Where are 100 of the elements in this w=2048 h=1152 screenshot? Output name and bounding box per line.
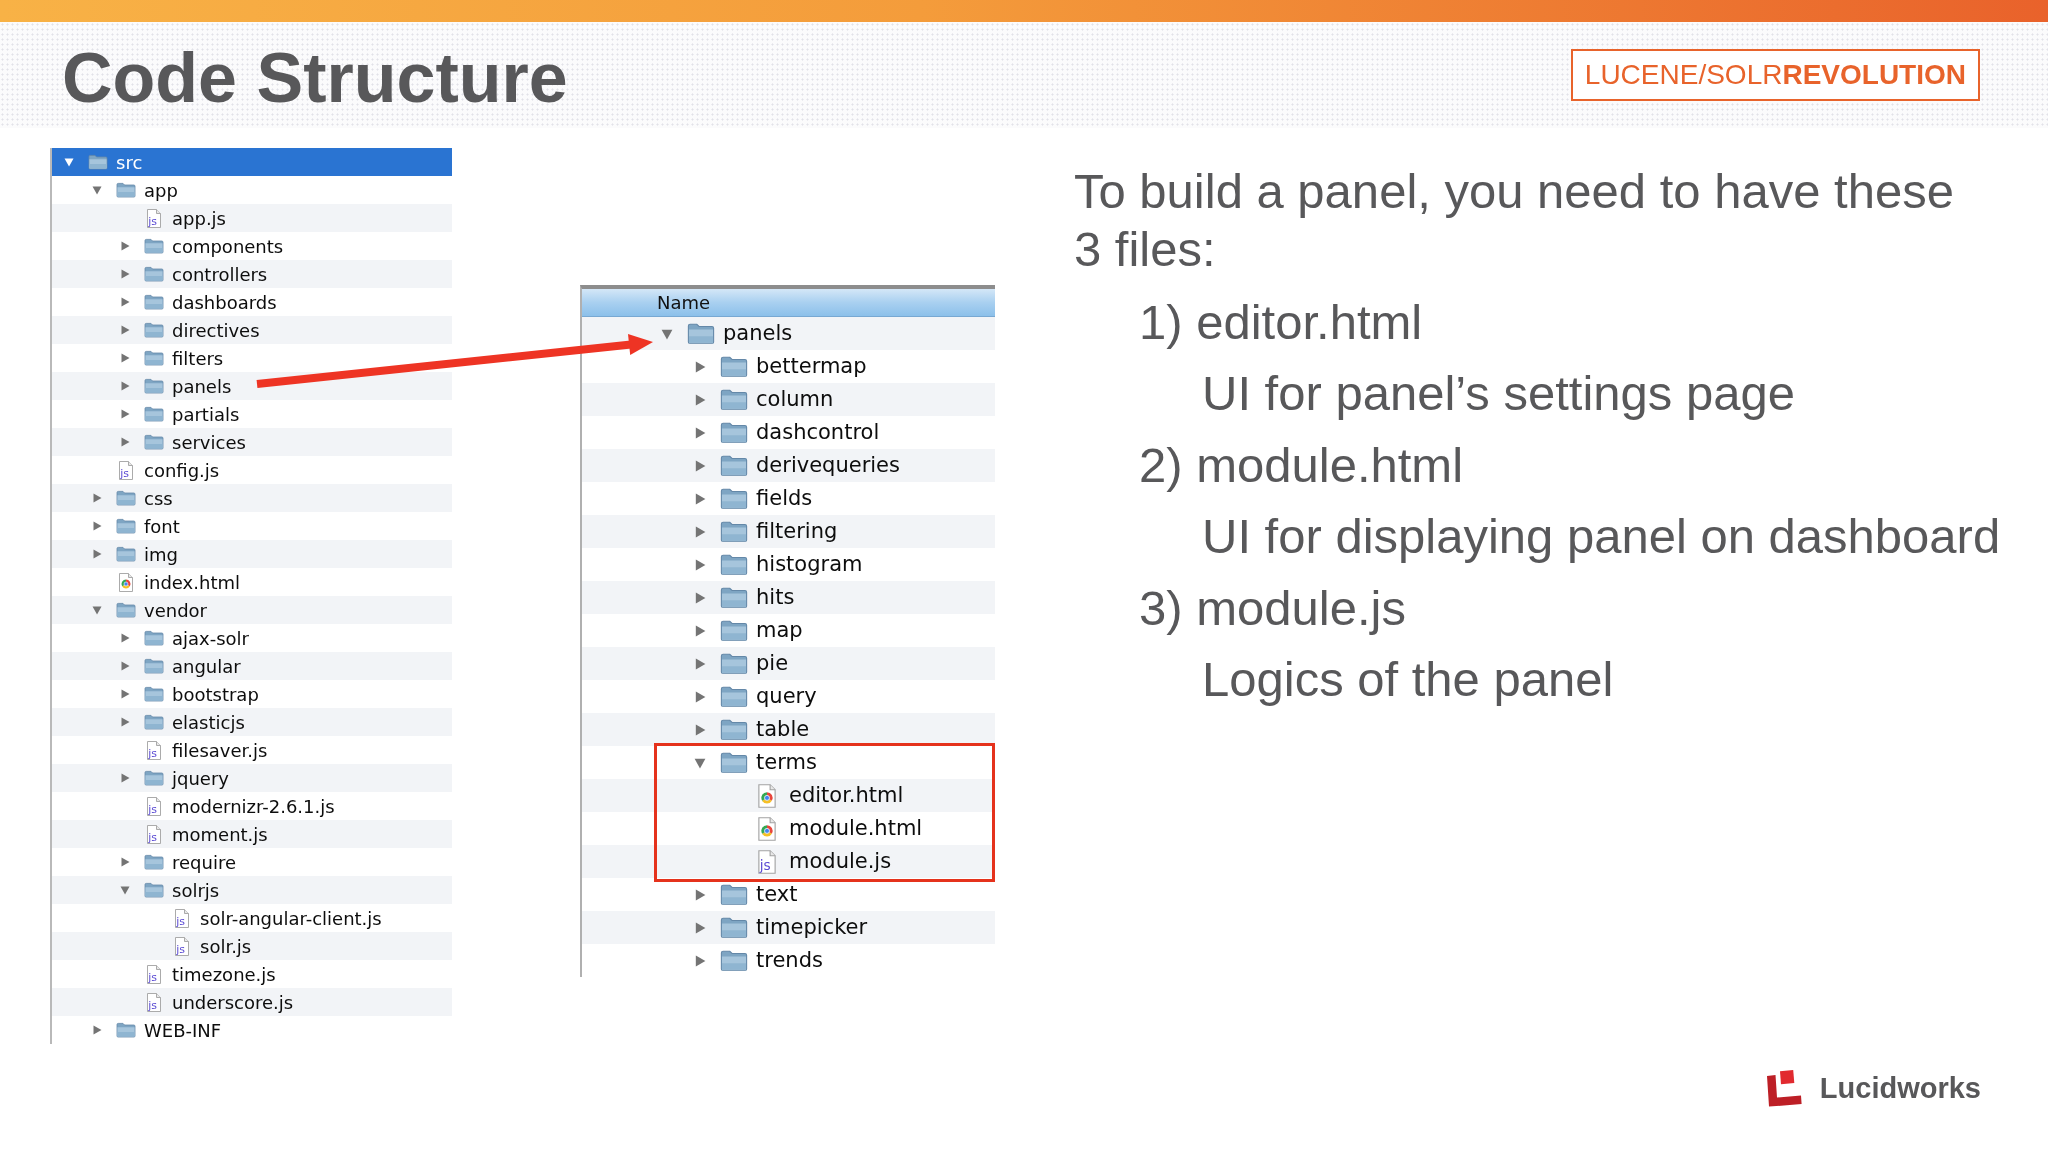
disclosure-triangle-icon[interactable] bbox=[120, 241, 130, 251]
disclosure-triangle-icon[interactable] bbox=[694, 624, 706, 637]
tree-item[interactable]: derivequeries bbox=[582, 449, 995, 482]
intro-text: To build a panel, you need to have these 3 files: bbox=[1074, 163, 1955, 278]
list-item-title: 3) module.js bbox=[1139, 579, 1406, 637]
disclosure-triangle-icon[interactable] bbox=[120, 325, 130, 335]
tree-item[interactable]: controllers bbox=[52, 260, 452, 288]
folder-icon bbox=[116, 602, 136, 618]
tree-item[interactable]: directives bbox=[52, 316, 452, 344]
disclosure-triangle-icon[interactable] bbox=[694, 756, 706, 769]
disclosure-triangle-icon[interactable] bbox=[694, 921, 706, 934]
js-file-icon: js bbox=[146, 740, 162, 760]
folder-icon bbox=[144, 266, 164, 282]
logo-mark-icon bbox=[1765, 1068, 1804, 1108]
disclosure-triangle-icon[interactable] bbox=[120, 409, 130, 419]
tree-item[interactable]: column bbox=[582, 383, 995, 416]
folder-icon bbox=[144, 294, 164, 310]
disclosure-triangle-icon[interactable] bbox=[92, 605, 102, 615]
tree-item[interactable]: services bbox=[52, 428, 452, 456]
column-header[interactable]: Name bbox=[582, 289, 995, 317]
disclosure-triangle-icon[interactable] bbox=[120, 437, 130, 447]
tree-item[interactable]: vendor bbox=[52, 596, 452, 624]
html-file-icon bbox=[757, 816, 777, 841]
tree-item[interactable]: hits bbox=[582, 581, 995, 614]
js-file-icon: js bbox=[118, 460, 134, 480]
tree-item[interactable]: js solr.js bbox=[52, 932, 452, 960]
disclosure-triangle-icon[interactable] bbox=[120, 689, 130, 699]
tree-item[interactable]: timepicker bbox=[582, 911, 995, 944]
disclosure-triangle-icon[interactable] bbox=[694, 591, 706, 604]
disclosure-triangle-icon[interactable] bbox=[694, 360, 706, 373]
disclosure-triangle-icon[interactable] bbox=[120, 857, 130, 867]
disclosure-triangle-icon[interactable] bbox=[694, 426, 706, 439]
folder-icon bbox=[144, 686, 164, 702]
disclosure-triangle-icon[interactable] bbox=[694, 459, 706, 472]
disclosure-triangle-icon[interactable] bbox=[92, 521, 102, 531]
tree-item[interactable]: img bbox=[52, 540, 452, 568]
tree-item[interactable]: filtering bbox=[582, 515, 995, 548]
folder-icon bbox=[720, 883, 748, 906]
tree-item[interactable]: jquery bbox=[52, 764, 452, 792]
tree-item[interactable]: elasticjs bbox=[52, 708, 452, 736]
folder-icon bbox=[720, 949, 748, 972]
disclosure-triangle-icon[interactable] bbox=[64, 157, 74, 167]
slide-title: Code Structure bbox=[62, 38, 568, 113]
tree-item[interactable]: pie bbox=[582, 647, 995, 680]
disclosure-triangle-icon[interactable] bbox=[694, 558, 706, 571]
disclosure-triangle-icon[interactable] bbox=[120, 381, 130, 391]
folder-icon bbox=[88, 154, 108, 170]
tree-item[interactable]: js app.js bbox=[52, 204, 452, 232]
folder-icon bbox=[144, 630, 164, 646]
disclosure-triangle-icon[interactable] bbox=[694, 492, 706, 505]
folder-icon bbox=[144, 770, 164, 786]
tree-item[interactable]: editor.html bbox=[582, 779, 995, 812]
list-item-title: 2) module.html bbox=[1139, 436, 1464, 494]
tree-item[interactable]: table bbox=[582, 713, 995, 746]
disclosure-triangle-icon[interactable] bbox=[694, 690, 706, 703]
list-item-description: UI for panel’s settings page bbox=[1202, 365, 1795, 423]
disclosure-triangle-icon[interactable] bbox=[694, 393, 706, 406]
disclosure-triangle-icon[interactable] bbox=[92, 185, 102, 195]
disclosure-triangle-icon[interactable] bbox=[120, 717, 130, 727]
folder-icon bbox=[116, 546, 136, 562]
disclosure-triangle-icon[interactable] bbox=[92, 493, 102, 503]
disclosure-triangle-icon[interactable] bbox=[92, 1025, 102, 1035]
tree-item[interactable]: js underscore.js bbox=[52, 988, 452, 1016]
folder-icon bbox=[720, 388, 748, 411]
folder-icon bbox=[144, 322, 164, 338]
tree-item[interactable]: panels bbox=[582, 317, 995, 350]
disclosure-triangle-icon[interactable] bbox=[694, 954, 706, 967]
tree-item[interactable]: js module.js bbox=[582, 845, 995, 878]
folder-icon bbox=[720, 916, 748, 939]
js-file-icon: js bbox=[146, 208, 162, 228]
disclosure-triangle-icon[interactable] bbox=[120, 885, 130, 895]
disclosure-triangle-icon[interactable] bbox=[92, 549, 102, 559]
folder-icon bbox=[144, 434, 164, 450]
disclosure-triangle-icon[interactable] bbox=[120, 773, 130, 783]
tree-item[interactable]: solrjs bbox=[52, 876, 452, 904]
folder-icon bbox=[720, 685, 748, 708]
tree-item[interactable]: src bbox=[52, 148, 452, 176]
folder-icon bbox=[116, 182, 136, 198]
tree-item[interactable]: panels bbox=[52, 372, 452, 400]
js-file-icon: js bbox=[146, 964, 162, 984]
disclosure-triangle-icon[interactable] bbox=[120, 269, 130, 279]
disclosure-triangle-icon[interactable] bbox=[120, 297, 130, 307]
disclosure-triangle-icon[interactable] bbox=[120, 353, 130, 363]
disclosure-triangle-icon[interactable] bbox=[694, 525, 706, 538]
folder-icon bbox=[720, 454, 748, 477]
folder-icon bbox=[144, 378, 164, 394]
js-file-icon: js bbox=[174, 908, 190, 928]
disclosure-triangle-icon[interactable] bbox=[120, 661, 130, 671]
list-item-title: 1) editor.html bbox=[1139, 293, 1423, 351]
disclosure-triangle-icon[interactable] bbox=[661, 327, 673, 340]
disclosure-triangle-icon[interactable] bbox=[694, 657, 706, 670]
tree-item[interactable]: angular bbox=[52, 652, 452, 680]
tree-item[interactable]: js moment.js bbox=[52, 820, 452, 848]
disclosure-triangle-icon[interactable] bbox=[694, 723, 706, 736]
js-file-icon: js bbox=[146, 992, 162, 1012]
tree-item[interactable]: css bbox=[52, 484, 452, 512]
folder-icon bbox=[720, 586, 748, 609]
folder-icon bbox=[720, 421, 748, 444]
disclosure-triangle-icon[interactable] bbox=[120, 633, 130, 643]
disclosure-triangle-icon[interactable] bbox=[694, 888, 706, 901]
